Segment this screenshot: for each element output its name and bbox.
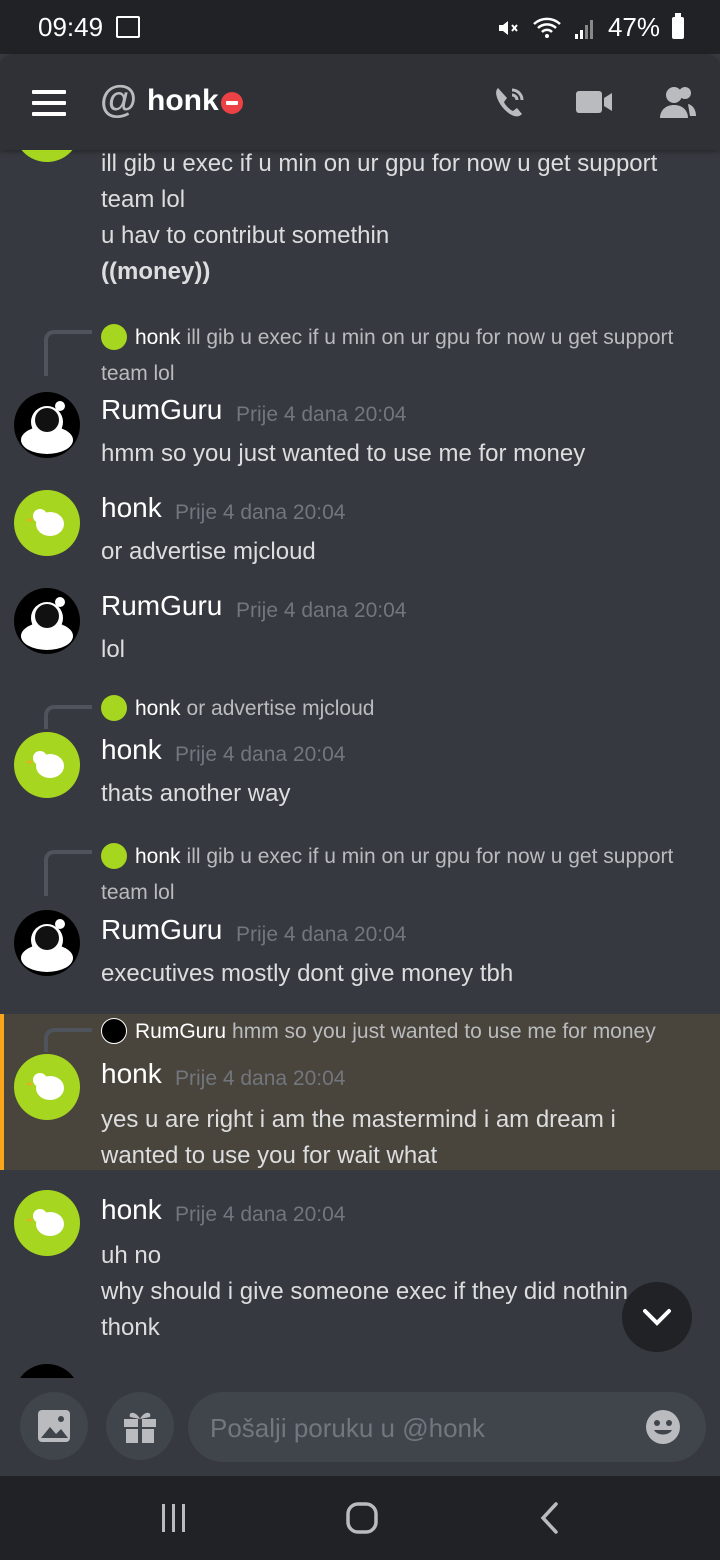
author-name[interactable]: RumGuru — [101, 394, 222, 426]
avatar-rumguru[interactable] — [14, 910, 80, 976]
avatar[interactable] — [14, 150, 80, 162]
reply-preview[interactable]: honk or advertise mjcloud — [101, 695, 374, 721]
home-icon[interactable] — [344, 1500, 380, 1536]
message-text: thats another way — [101, 780, 291, 807]
video-call-icon[interactable] — [574, 82, 614, 122]
reply-preview[interactable]: RumGuru hmm so you just wanted to use me … — [101, 1018, 656, 1044]
mute-icon — [498, 20, 518, 35]
timestamp: Prije 4 dana 20:04 — [236, 599, 407, 622]
author-name[interactable]: honk — [101, 492, 162, 524]
avatar-honk[interactable] — [14, 1190, 80, 1256]
reply-preview[interactable]: honk ill gib u exec if u min on ur gpu fo… — [101, 320, 711, 392]
status-bar: 09:49 47% — [0, 0, 720, 54]
avatar-honk[interactable] — [14, 490, 80, 556]
reply-avatar — [101, 843, 127, 869]
reply-connector — [44, 705, 92, 729]
message-input[interactable] — [208, 1408, 632, 1448]
signal-icon — [574, 19, 593, 39]
message-text: or advertise mjcloud — [101, 538, 316, 565]
message-text: executives mostly dont give money tbh — [101, 960, 514, 987]
timestamp: Prije 4 dana 20:04 — [175, 743, 346, 766]
timestamp: Prije 4 dana 20:04 — [175, 501, 346, 524]
avatar-honk[interactable] — [14, 732, 80, 798]
recent-apps-icon[interactable] — [156, 1502, 192, 1534]
message-text: yes u are right i am the mastermind i am… — [101, 1106, 616, 1169]
voice-call-icon[interactable] — [490, 82, 530, 122]
reply-avatar — [101, 1018, 127, 1044]
reply-preview[interactable]: honk ill gib u exec if u min on ur gpu fo… — [101, 839, 711, 911]
avatar-rumguru[interactable] — [14, 1364, 80, 1378]
money-text: (money) — [109, 258, 203, 285]
menu-icon[interactable] — [32, 90, 66, 116]
dm-title[interactable]: honk — [147, 84, 219, 118]
reply-connector — [44, 1028, 92, 1052]
author-name[interactable]: honk — [101, 1058, 162, 1090]
battery-icon — [672, 12, 684, 39]
avatar-honk[interactable] — [14, 1054, 80, 1120]
chevron-down-icon — [643, 1309, 671, 1326]
image-icon — [38, 1410, 70, 1442]
image-upload-button[interactable] — [20, 1392, 88, 1460]
gift-icon — [124, 1412, 156, 1443]
author-name[interactable]: RumGuru — [101, 914, 222, 946]
reply-avatar — [101, 324, 127, 350]
message-text: hmm so you just wanted to use me for mon… — [101, 440, 586, 467]
channel-header: @ honk — [0, 54, 720, 150]
avatar-rumguru[interactable] — [14, 588, 80, 654]
author-name[interactable]: RumGuru — [101, 590, 222, 622]
message-input-container[interactable] — [188, 1392, 706, 1462]
message-text: ill gib u exec if u min on ur gpu for no… — [101, 150, 658, 285]
members-icon[interactable] — [658, 82, 698, 122]
dnd-status-icon — [221, 92, 243, 114]
timestamp: Prije 4 dana 20:04 — [236, 403, 407, 426]
clock: 09:49 — [38, 12, 104, 42]
back-icon[interactable] — [536, 1500, 564, 1536]
mention-bar — [0, 1014, 4, 1170]
reply-connector — [44, 850, 92, 896]
reply-connector — [44, 330, 92, 376]
author-name[interactable]: honk — [101, 734, 162, 766]
battery-percent: 47% — [607, 12, 660, 42]
emoji-icon[interactable] — [644, 1408, 682, 1446]
author-name[interactable]: honk — [101, 1194, 162, 1226]
wifi-icon — [533, 17, 561, 38]
at-icon: @ — [100, 79, 138, 121]
status-icons: 47% — [496, 12, 684, 43]
message-text: lol — [101, 636, 126, 663]
reply-avatar — [101, 695, 127, 721]
gallery-notification-icon — [116, 16, 140, 38]
gift-button[interactable] — [106, 1392, 174, 1460]
message-text: uh no why should i give someone exec if t… — [101, 1242, 628, 1341]
timestamp: Prije 4 dana 20:04 — [175, 1203, 346, 1226]
timestamp: Prije 4 dana 20:04 — [175, 1067, 346, 1090]
timestamp: Prije 4 dana 20:04 — [236, 923, 407, 946]
jump-to-present-button[interactable] — [622, 1282, 692, 1352]
message-list[interactable]: ill gib u exec if u min on ur gpu for no… — [0, 150, 720, 1378]
system-nav-bar — [0, 1476, 720, 1560]
avatar-rumguru[interactable] — [14, 392, 80, 458]
